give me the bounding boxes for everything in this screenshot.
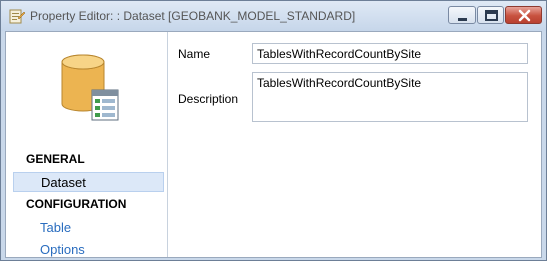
sidebar-item-table[interactable]: Table [13, 218, 164, 238]
property-editor-window: Property Editor: : Dataset [GEOBANK_MODE… [0, 0, 547, 261]
section-header-general: GENERAL [26, 152, 85, 166]
description-field[interactable]: TablesWithRecordCountBySite [252, 72, 528, 122]
description-label: Description [178, 92, 239, 106]
name-label: Name [178, 47, 211, 61]
property-editor-app-icon [9, 8, 26, 24]
maximize-button[interactable] [477, 6, 504, 24]
minimize-icon [458, 18, 467, 21]
maximize-icon [485, 10, 498, 21]
section-header-configuration: CONFIGURATION [26, 197, 127, 211]
sidebar-item-options[interactable]: Options [13, 240, 164, 260]
name-field[interactable] [252, 43, 528, 64]
editor-client-area: GENERAL Dataset CONFIGURATION Table Opti… [5, 31, 542, 258]
navigation-sidebar: GENERAL Dataset CONFIGURATION Table Opti… [6, 32, 168, 257]
sidebar-item-dataset[interactable]: Dataset [13, 172, 164, 192]
minimize-button[interactable] [448, 6, 476, 24]
dataset-table-icon [60, 52, 130, 127]
close-button[interactable] [505, 6, 542, 24]
window-title: Property Editor: : Dataset [GEOBANK_MODE… [30, 9, 356, 23]
close-icon [518, 9, 531, 22]
title-bar[interactable]: Property Editor: : Dataset [GEOBANK_MODE… [1, 1, 546, 31]
